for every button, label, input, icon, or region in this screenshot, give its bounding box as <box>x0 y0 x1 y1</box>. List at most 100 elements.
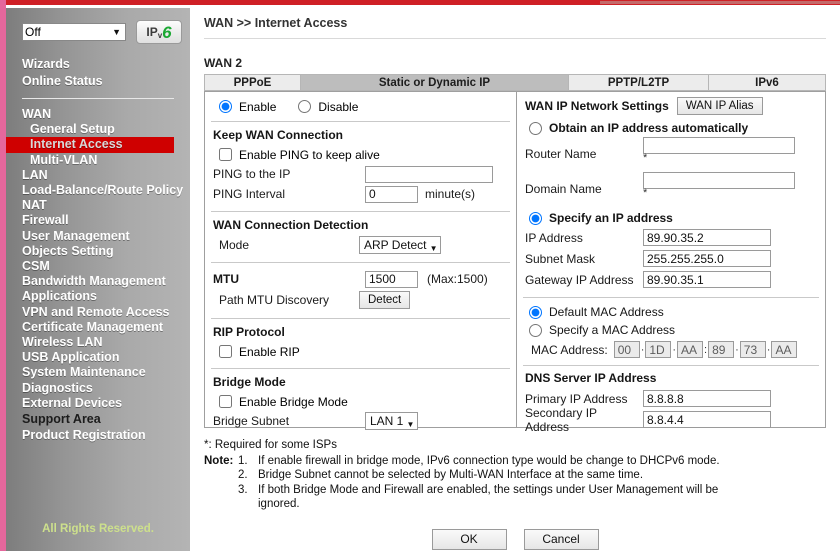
sidebar-item-vpn-and-remote-access[interactable]: VPN and Remote Access <box>6 305 190 320</box>
sidebar-item-label: Firewall <box>22 213 69 228</box>
mtu-input[interactable] <box>365 270 418 288</box>
ping-ip-row: PING to the IP <box>213 164 508 184</box>
sidebar-item-firewall[interactable]: Firewall <box>6 213 190 228</box>
chevron-down-icon: ▼ <box>406 420 415 429</box>
sidebar-item-label: CSM <box>22 259 50 274</box>
mac-octet-4-input[interactable] <box>708 341 735 358</box>
specify-ip-row: Specify an IP address <box>517 209 825 227</box>
sidebar-item-external-devices[interactable]: External Devices <box>6 396 190 411</box>
mac-octet-2-input[interactable] <box>645 341 672 358</box>
sidebar-item-lan[interactable]: LAN <box>6 168 190 183</box>
right-settings-column: WAN IP Network Settings WAN IP Alias Obt… <box>517 92 825 434</box>
specify-mac-radio[interactable] <box>529 323 542 337</box>
disable-radio[interactable] <box>298 100 312 113</box>
domain-name-row: Domain Name * <box>517 172 825 207</box>
note-item: Note: 1. If enable firewall in bridge mode… <box>204 454 826 469</box>
path-mtu-row: Path MTU Discovery Detect <box>213 289 508 311</box>
mac-octet-5-input[interactable] <box>739 341 766 358</box>
obtain-auto-label: Obtain an IP address automatically <box>549 121 749 135</box>
sidebar-item-nat[interactable]: NAT <box>6 198 190 213</box>
domain-name-input[interactable] <box>643 172 795 189</box>
sidebar-item-applications[interactable]: Applications <box>6 289 190 304</box>
keep-wan-title: Keep WAN Connection <box>213 128 344 142</box>
specify-mac-row: Specify a MAC Address <box>517 321 825 339</box>
ping-keepalive-checkbox[interactable] <box>219 148 232 161</box>
sidebar-item-support-area[interactable]: Support Area <box>6 412 190 428</box>
detection-mode-row: Mode ARP Detect ▼ <box>213 235 508 255</box>
primary-dns-label: Primary IP Address <box>525 391 628 406</box>
ping-interval-unit: minute(s) <box>425 187 476 201</box>
sidebar-item-wizards[interactable]: Wizards <box>6 56 190 73</box>
secondary-dns-input[interactable] <box>643 411 771 428</box>
detection-mode-value: ARP Detect <box>364 238 427 252</box>
sidebar-item-label: NAT <box>22 198 47 213</box>
sidebar-item-diagnostics[interactable]: Diagnostics <box>6 381 190 396</box>
enable-disable-row: Enable Disable <box>213 97 508 116</box>
sidebar-item-bandwidth-management[interactable]: Bandwidth Management <box>6 274 190 289</box>
detect-button[interactable]: Detect <box>359 291 411 309</box>
sidebar-item-certificate-management[interactable]: Certificate Management <box>6 320 190 335</box>
tab-pppoe[interactable]: PPPoE <box>204 74 300 91</box>
detection-mode-select[interactable]: ARP Detect ▼ <box>359 236 442 254</box>
sidebar-item-internet-access[interactable]: Internet Access <box>6 137 174 153</box>
subnet-mask-row: Subnet Mask <box>517 248 825 269</box>
sidebar-item-product-registration[interactable]: Product Registration <box>6 428 190 444</box>
router-name-input[interactable] <box>643 137 795 154</box>
note-item: 3. If both Bridge Mode and Firewall are e… <box>204 483 826 498</box>
mac-octet-3-input[interactable] <box>677 341 704 358</box>
page-title: WAN 2 <box>204 56 243 70</box>
obtain-auto-radio[interactable] <box>529 121 542 135</box>
note-text: If both Bridge Mode and Firewall are ena… <box>258 483 719 496</box>
cancel-button[interactable]: Cancel <box>523 529 599 550</box>
dns-server-section: DNS Server IP Address Primary IP Address… <box>517 366 825 434</box>
bridge-enable-label: Enable Bridge Mode <box>239 394 348 409</box>
sidebar-item-online-status[interactable]: Online Status <box>6 73 190 90</box>
sidebar-item-usb-application[interactable]: USB Application <box>6 350 190 365</box>
note-lead <box>204 483 238 498</box>
note-number: 2. <box>238 469 248 481</box>
router-name-required-star: * <box>643 152 648 164</box>
sidebar-item-wireless-lan[interactable]: Wireless LAN <box>6 335 190 350</box>
wan-ip-alias-button[interactable]: WAN IP Alias <box>676 97 763 115</box>
enable-radio[interactable] <box>219 100 232 113</box>
bridge-subnet-select[interactable]: LAN 1 ▼ <box>365 412 419 430</box>
rip-title: RIP Protocol <box>213 325 285 339</box>
ipv6-button[interactable]: IPv 6 <box>136 20 182 44</box>
sidebar-item-objects-setting[interactable]: Objects Setting <box>6 244 190 259</box>
tab-static-or-dynamic-ip[interactable]: Static or Dynamic IP <box>300 74 568 91</box>
gateway-input[interactable] <box>643 271 771 288</box>
ok-button[interactable]: OK <box>431 529 507 550</box>
mac-octet-6-input[interactable] <box>771 341 798 358</box>
sidebar-item-label: Load-Balance/Route Policy <box>22 183 184 198</box>
specify-ip-radio[interactable] <box>529 211 542 225</box>
ip-address-input[interactable] <box>643 229 771 246</box>
sidebar-item-general-setup[interactable]: General Setup <box>6 122 190 137</box>
detection-title: WAN Connection Detection <box>213 218 369 232</box>
sidebar-item-label: USB Application <box>22 350 120 365</box>
sidebar-item-multi-vlan[interactable]: Multi-VLAN <box>6 153 190 168</box>
sidebar-item-user-management[interactable]: User Management <box>6 229 190 244</box>
rip-enable-checkbox[interactable] <box>219 345 232 358</box>
mac-octet-1-input[interactable] <box>613 341 640 358</box>
note-text: Bridge Subnet cannot be selected by Mult… <box>258 469 644 481</box>
sidebar-item-csm[interactable]: CSM <box>6 259 190 274</box>
copyright-text: All Rights Reserved. <box>42 523 154 535</box>
ipv6-mode-select-wrapper[interactable]: Off ▼ <box>22 23 126 41</box>
secondary-dns-row: Secondary IP Address <box>525 406 817 434</box>
bridge-enable-checkbox[interactable] <box>219 395 232 408</box>
sidebar-item-load-balance-route-policy[interactable]: Load-Balance/Route Policy <box>6 183 190 198</box>
ping-interval-input[interactable] <box>365 185 418 203</box>
primary-dns-input[interactable] <box>643 390 771 407</box>
bridge-subnet-row: Bridge Subnet LAN 1 ▼ <box>213 411 508 431</box>
sidebar-item-wan[interactable]: WAN <box>6 107 190 122</box>
sidebar-item-system-maintenance[interactable]: System Maintenance <box>6 365 190 380</box>
mtu-title: MTU <box>213 272 239 286</box>
sidebar-item-label: VPN and Remote Access <box>22 304 170 319</box>
ipv6-mode-select[interactable]: Off <box>22 23 126 41</box>
subnet-mask-input[interactable] <box>643 250 771 267</box>
default-mac-radio[interactable] <box>529 305 542 319</box>
ping-ip-input[interactable] <box>365 165 493 183</box>
tab-pptp-l2tp[interactable]: PPTP/L2TP <box>568 74 708 91</box>
sidebar-controls: Off ▼ IPv 6 <box>22 20 182 44</box>
tab-ipv6[interactable]: IPv6 <box>708 74 826 91</box>
